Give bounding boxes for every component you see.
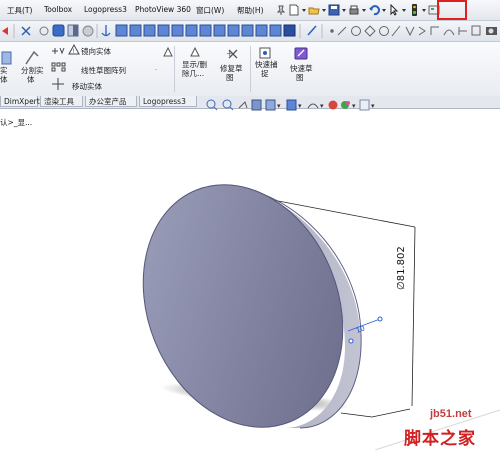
svg-text:▾: ▾	[371, 102, 375, 110]
camera-icon[interactable]	[486, 27, 497, 35]
highlight-annotation-box	[437, 0, 467, 20]
small-dimension-text: 10	[355, 324, 366, 335]
diameter-dimension-text[interactable]: ∅81.802	[396, 246, 407, 290]
svg-text:▾: ▾	[320, 102, 324, 110]
show-delete-relations-icon[interactable]	[163, 46, 200, 57]
smart-dimension-icon[interactable]	[21, 26, 31, 36]
svg-text:▾: ▾	[277, 102, 281, 110]
relation-icon[interactable]	[39, 26, 49, 36]
show-delete-relations-label[interactable]: 显示/删 除几...	[182, 60, 207, 78]
rapid-sketch-icon[interactable]	[294, 47, 308, 60]
quick-snaps-label[interactable]: 快速捕捉	[255, 60, 278, 78]
svg-text:▾: ▾	[298, 102, 302, 110]
move-entities-icon[interactable]	[52, 78, 64, 90]
undo-icon[interactable]	[368, 4, 380, 16]
mirror-entities-icon[interactable]	[52, 47, 65, 55]
pin-icon[interactable]	[275, 4, 287, 16]
menu-tools[interactable]: 工具(T)	[7, 5, 32, 16]
view-toolbar-row	[0, 21, 500, 42]
menu-photoview[interactable]: PhotoView 360	[135, 5, 191, 14]
move-entities-label[interactable]: 移动实体	[72, 82, 102, 91]
menu-logopress3[interactable]: Logopress3	[84, 5, 127, 14]
warning-triangle-icon[interactable]: !	[68, 43, 80, 55]
disc-model[interactable]	[108, 155, 378, 450]
mirror-entities-label[interactable]: 镜向实体	[81, 47, 111, 56]
save-icon[interactable]	[328, 4, 340, 16]
sketch-entity-tools[interactable]	[330, 25, 481, 37]
split-entities-label: 分割实体	[21, 66, 44, 84]
linear-pattern-label[interactable]: 线性草图阵列	[81, 66, 126, 75]
repair-sketch-icon[interactable]: +	[226, 49, 238, 59]
tab-dimxpert[interactable]: DimXpert	[0, 96, 40, 107]
traffic-light-icon[interactable]	[408, 4, 420, 16]
cut-entities-icon[interactable]	[1, 51, 12, 65]
menu-window[interactable]: 窗口(W)	[196, 5, 224, 16]
previous-view-icon[interactable]	[238, 101, 248, 109]
svg-text:·: ·	[155, 66, 157, 74]
command-manager: ! · + 实体 分割实体 镜向实体 线性草图阵列 移动实体 显示/删 除几..…	[0, 42, 500, 97]
display-style-icon[interactable]	[286, 99, 297, 111]
scene-icon[interactable]	[341, 101, 350, 109]
view-cubes[interactable]	[115, 24, 296, 37]
new-document-icon[interactable]	[288, 4, 300, 16]
open-folder-icon[interactable]	[308, 4, 320, 16]
standard-toolbar	[275, 3, 440, 17]
tab-logopress3[interactable]: Logopress3	[139, 96, 197, 107]
zoom-area-icon[interactable]	[222, 99, 234, 111]
quick-snaps-icon[interactable]	[259, 47, 271, 59]
rapid-sketch-label[interactable]: 快速草图	[290, 64, 313, 82]
tab-render-tools[interactable]: 渲染工具	[40, 96, 83, 107]
svg-text:+: +	[226, 49, 233, 58]
watermark-url: jb51.net	[430, 408, 472, 420]
hide-show-items-icon[interactable]	[307, 103, 319, 109]
repair-sketch-label[interactable]: 修复草图	[220, 64, 243, 82]
menu-help[interactable]: 帮助(H)	[237, 5, 264, 16]
line-tool-icon[interactable]	[307, 25, 317, 36]
menu-bar: 工具(T) Toolbox Logopress3 PhotoView 360 窗…	[0, 0, 500, 21]
section-view-icon[interactable]	[251, 99, 262, 111]
linear-pattern-icon[interactable]	[51, 62, 66, 72]
anchor-icon[interactable]	[101, 25, 111, 37]
zoom-to-fit-icon[interactable]	[206, 99, 218, 111]
split-entities-icon[interactable]	[25, 50, 39, 65]
tab-office-products[interactable]: 办公室产品	[85, 96, 137, 107]
svg-text:!: !	[73, 48, 75, 55]
appearance-icon[interactable]	[328, 100, 338, 110]
display-pane-icon[interactable]	[359, 99, 370, 111]
menu-toolbox[interactable]: Toolbox	[44, 5, 72, 14]
watermark-logo-text: 脚本之家	[404, 429, 476, 449]
select-arrow-icon[interactable]	[388, 3, 400, 16]
print-icon[interactable]	[348, 4, 360, 16]
section-view-icon[interactable]	[67, 24, 79, 37]
cut-entities-label: 实体	[0, 66, 8, 84]
shading-sphere-icon[interactable]	[82, 25, 94, 37]
svg-text:▾: ▾	[352, 102, 356, 110]
sketch-icon[interactable]	[2, 27, 8, 35]
view-orientation-icon[interactable]	[265, 99, 276, 111]
graphics-area[interactable]: 10 ∅81.802	[0, 110, 500, 451]
display-style-icon[interactable]	[52, 24, 65, 37]
